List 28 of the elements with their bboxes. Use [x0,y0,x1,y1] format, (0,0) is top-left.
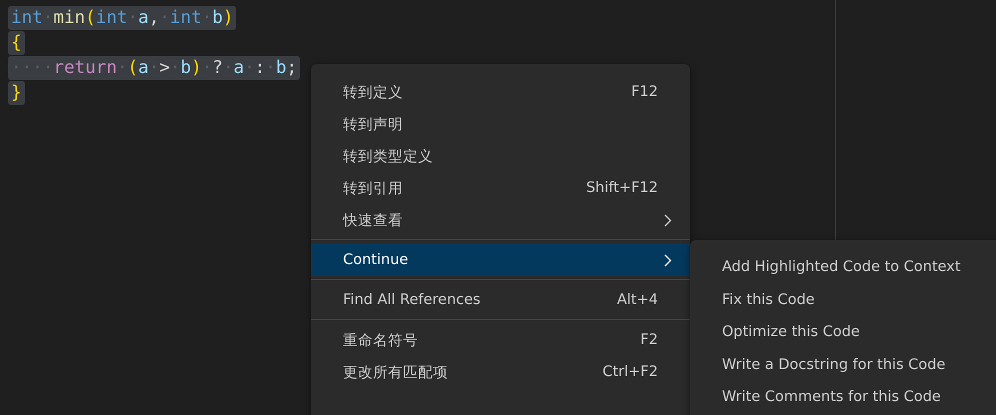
menu-item[interactable]: Find All References Alt+4 [311,284,690,316]
submenu-item[interactable]: Write a Docstring for this Code [690,348,996,381]
menu-item[interactable]: 快速查看 [311,204,690,236]
menu-item[interactable]: Continue [311,244,690,276]
submenu-item[interactable]: Optimize this Code [690,316,996,348]
menu-item[interactable]: 转到引用 Shift+F12 [311,172,690,204]
shortcut-label: F12 [631,84,658,100]
shortcut-label: Alt+4 [616,292,658,308]
menu-item[interactable]: 转到类型定义 [311,140,690,172]
menu-item-label: 转到定义 [343,84,404,102]
submenu-item[interactable]: Add Highlighted Code to Context [690,251,996,284]
menu-item-label: 更改所有匹配项 [343,364,449,382]
menu-item[interactable]: 转到定义 F12 [311,76,690,108]
menu-item-label: 转到类型定义 [343,148,434,166]
menu-item-label: Find All References [343,292,482,308]
shortcut-label: F2 [640,332,658,348]
menu-item[interactable]: 重命名符号 F2 [311,324,690,356]
submenu-item[interactable]: Fix this Code [690,284,996,316]
menu-item[interactable]: 更改所有匹配项 Ctrl+F2 [311,356,690,388]
menu-item-label: 转到引用 [343,180,404,198]
menu-item-label: 转到声明 [343,116,404,134]
submenu-item[interactable]: Write Comments for this Code [690,381,996,414]
menu-item[interactable]: 转到声明 [311,108,690,140]
menu-item-label: 快速查看 [343,212,404,230]
shortcut-label: Shift+F12 [586,180,658,196]
menu-item-label: 重命名符号 [343,332,419,350]
menu-item-label: Continue [343,252,410,268]
shortcut-label: Ctrl+F2 [602,364,658,380]
